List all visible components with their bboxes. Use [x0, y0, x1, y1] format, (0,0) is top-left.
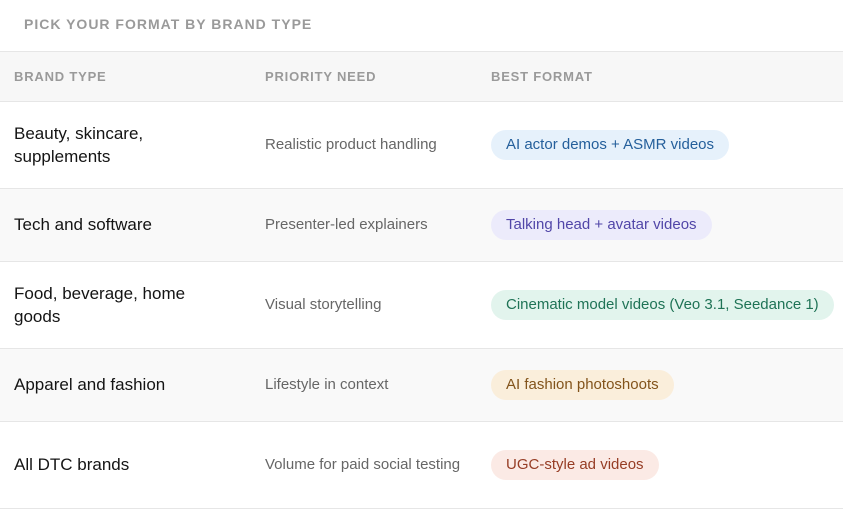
brand-type-cell: Tech and software: [14, 215, 152, 234]
brand-type-cell: Beauty, skincare, supplements: [14, 123, 144, 166]
priority-need-cell: Realistic product handling: [265, 135, 437, 153]
brand-format-table: BRAND TYPE PRIORITY NEED BEST FORMAT Bea…: [0, 52, 843, 509]
priority-need-cell: Presenter-led explainers: [265, 215, 428, 233]
priority-need-cell: Visual storytelling: [265, 295, 382, 313]
table-row: All DTC brands Volume for paid social te…: [0, 421, 843, 508]
section-title: PICK YOUR FORMAT BY BRAND TYPE: [0, 0, 843, 52]
table-header: BRAND TYPE PRIORITY NEED BEST FORMAT: [0, 52, 843, 102]
table-row: Tech and software Presenter-led explaine…: [0, 188, 843, 261]
format-badge: AI actor demos + ASMR videos: [491, 129, 730, 160]
best-format-cell: Talking head + avatar videos: [478, 188, 843, 261]
best-format-cell: UGC-style ad videos: [478, 421, 843, 508]
best-format-cell: AI actor demos + ASMR videos: [478, 101, 843, 188]
priority-need-cell: Volume for paid social testing: [265, 455, 461, 473]
header-brand-type: BRAND TYPE: [0, 52, 251, 102]
brand-type-cell: All DTC brands: [14, 455, 130, 474]
brand-type-cell: Apparel and fashion: [14, 375, 166, 394]
best-format-cell: Cinematic model videos (Veo 3.1, Seedanc…: [478, 261, 843, 348]
format-badge: Cinematic model videos (Veo 3.1, Seedanc…: [491, 289, 834, 320]
header-row: BRAND TYPE PRIORITY NEED BEST FORMAT: [0, 52, 843, 102]
header-priority-need: PRIORITY NEED: [251, 52, 478, 102]
table-row: Apparel and fashion Lifestyle in context…: [0, 348, 843, 421]
priority-need-cell: Lifestyle in context: [265, 375, 389, 393]
format-badge: UGC-style ad videos: [491, 449, 659, 480]
best-format-cell: AI fashion photoshoots: [478, 348, 843, 421]
header-best-format: BEST FORMAT: [478, 52, 843, 102]
brand-type-cell: Food, beverage, home goods: [14, 283, 186, 326]
table-row: Food, beverage, home goods Visual storyt…: [0, 261, 843, 348]
table-row: Beauty, skincare, supplements Realistic …: [0, 101, 843, 188]
table-body: Beauty, skincare, supplements Realistic …: [0, 101, 843, 508]
format-badge: Talking head + avatar videos: [491, 209, 712, 240]
format-badge: AI fashion photoshoots: [491, 369, 674, 400]
format-guide: PICK YOUR FORMAT BY BRAND TYPE BRAND TYP…: [0, 0, 843, 508]
